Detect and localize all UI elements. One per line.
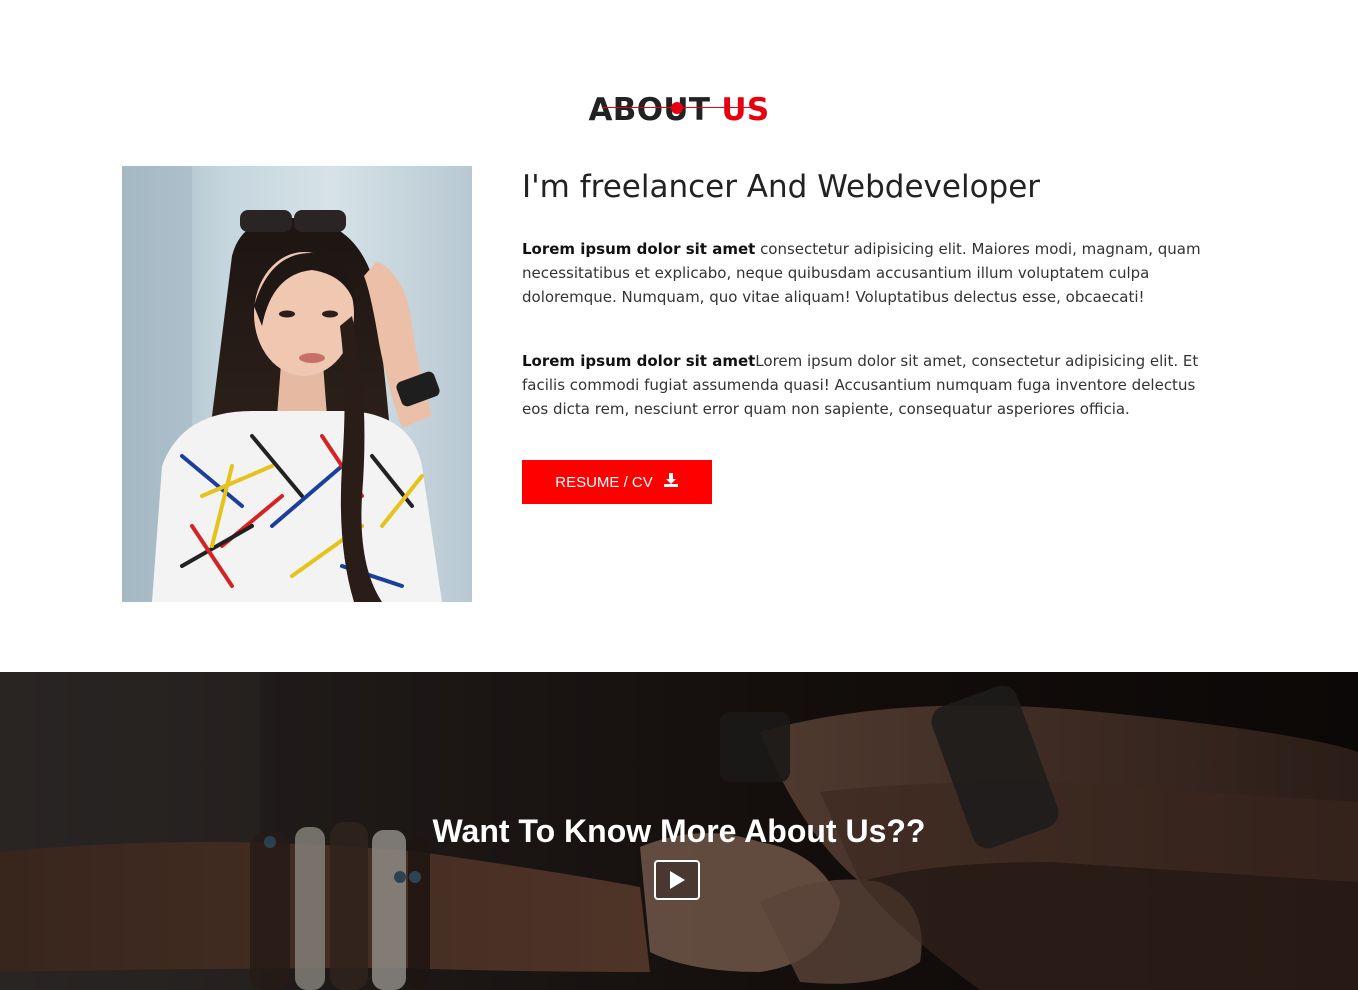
about-section: ABOUT US I'm freelancer And Webdeveloper… xyxy=(0,0,1358,672)
resume-cv-button[interactable]: RESUME / CV xyxy=(522,460,712,504)
section-title-accent: US xyxy=(721,91,770,128)
resume-cv-label: RESUME / CV xyxy=(555,473,653,491)
about-paragraph-2: Lorem ipsum dolor sit ametLorem ipsum do… xyxy=(522,349,1222,421)
profile-photo xyxy=(122,166,472,602)
about-paragraph-1: Lorem ipsum dolor sit amet consectetur a… xyxy=(522,237,1222,309)
section-title-main: ABOUT xyxy=(588,91,711,128)
download-icon xyxy=(663,472,679,492)
about-paragraph-1-bold: Lorem ipsum dolor sit amet xyxy=(522,240,756,258)
video-cta-section: Want To Know More About Us?? xyxy=(0,672,1358,990)
about-headline: I'm freelancer And Webdeveloper xyxy=(522,169,1041,205)
about-content: I'm freelancer And Webdeveloper Lorem ip… xyxy=(522,166,1222,504)
cta-title: Want To Know More About Us?? xyxy=(432,812,926,849)
about-paragraph-2-bold: Lorem ipsum dolor sit amet xyxy=(522,352,756,370)
play-icon xyxy=(670,871,685,889)
title-dot xyxy=(671,102,683,114)
play-video-button[interactable] xyxy=(654,860,700,900)
